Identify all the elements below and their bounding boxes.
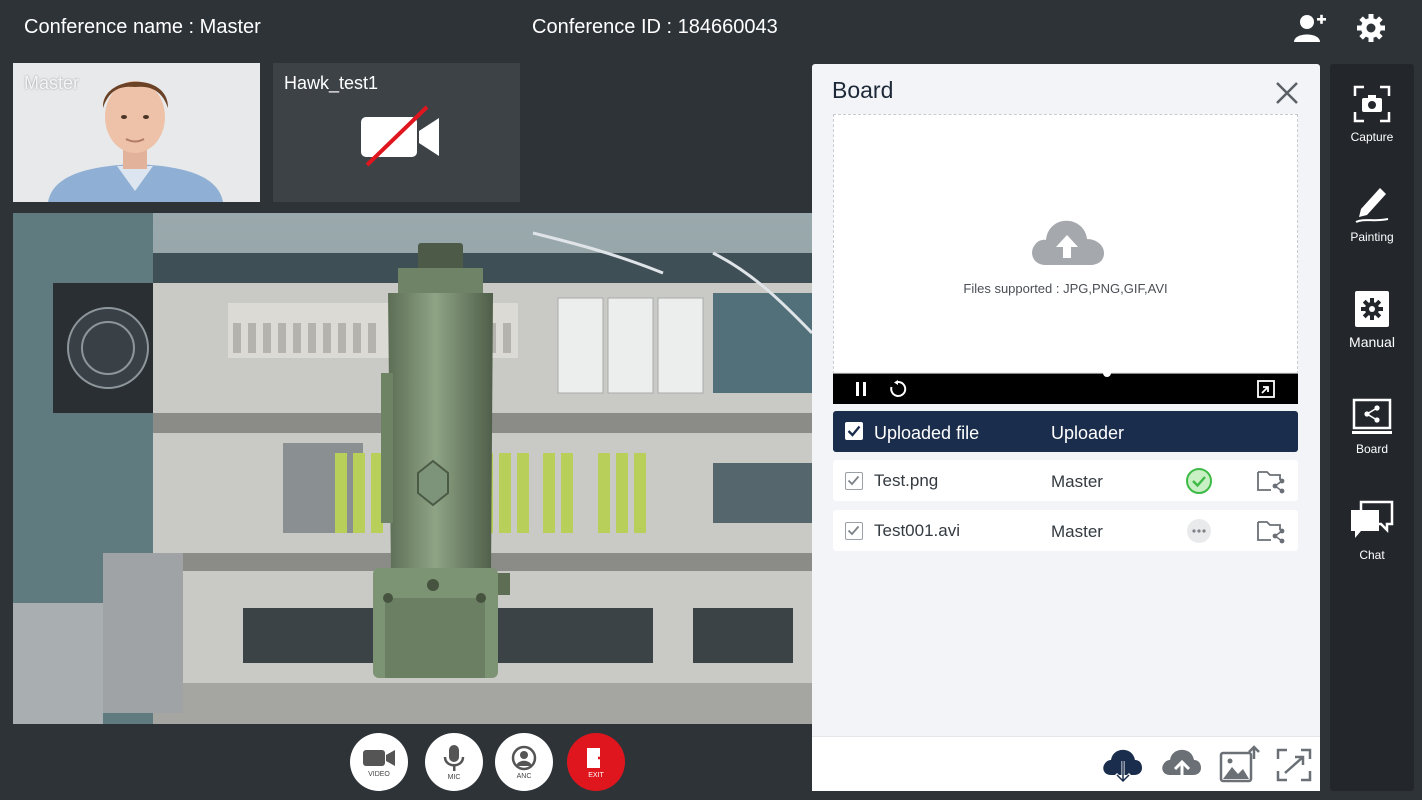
gear-icon: [1355, 291, 1389, 327]
folder-share-icon[interactable]: [1256, 518, 1286, 544]
folder-share-icon[interactable]: [1256, 468, 1286, 494]
header-bar: Conference name : Master Conference ID :…: [0, 0, 1422, 56]
exit-icon: [587, 747, 608, 768]
mic-toggle-button[interactable]: MIC: [425, 733, 483, 791]
conference-name: Conference name : Master: [24, 16, 261, 38]
progress-track[interactable]: [833, 372, 1298, 374]
toolbar-item-capture[interactable]: Capture: [1330, 84, 1414, 144]
select-all-checkbox[interactable]: [845, 422, 863, 440]
pending-dots-icon: [1187, 519, 1211, 543]
board-panel: Board Files supported : JPG,PNG,GIF,AVI …: [812, 64, 1320, 791]
pen-icon: [1355, 188, 1389, 223]
toolbar-item-chat[interactable]: Chat: [1330, 500, 1414, 562]
toolbar-label: Chat: [1359, 548, 1385, 562]
row-checkbox[interactable]: [845, 522, 863, 540]
files-supported-text: Files supported : JPG,PNG,GIF,AVI: [963, 281, 1168, 296]
participant-tile-hawk[interactable]: Hawk_test1: [273, 63, 520, 202]
toolbar-label: Capture: [1350, 130, 1394, 144]
fullscreen-exit-icon[interactable]: [1257, 380, 1275, 398]
progress-handle[interactable]: [1103, 369, 1112, 377]
file-table-header: Uploaded file Uploader: [833, 411, 1298, 452]
expand-icon[interactable]: [1273, 745, 1315, 785]
video-toggle-button[interactable]: VIDEO: [350, 733, 408, 791]
table-row[interactable]: Test001.avi Master: [833, 510, 1298, 551]
board-title: Board: [832, 77, 894, 103]
anc-button-label: ANC: [516, 772, 532, 780]
microphone-icon: [443, 744, 465, 771]
uploader-name: Master: [1051, 472, 1103, 491]
uploader-name: Master: [1051, 522, 1103, 541]
video-off-icon: [361, 105, 439, 167]
board-footer: [812, 736, 1320, 791]
video-camera-icon: [363, 749, 395, 766]
image-upload-icon[interactable]: [1218, 745, 1260, 785]
toolbar-label: Manual: [1349, 334, 1395, 350]
add-user-icon[interactable]: [1292, 10, 1328, 46]
toolbar-label: Board: [1355, 442, 1389, 456]
conference-id: Conference ID : 184660043: [532, 16, 778, 38]
column-uploaded-file: Uploaded file: [874, 423, 980, 443]
chat-icon: [1351, 500, 1394, 538]
media-player-bar: [833, 369, 1298, 404]
file-name: Test.png: [874, 471, 939, 490]
row-checkbox[interactable]: [845, 472, 863, 490]
exit-button-label: EXIT: [588, 771, 604, 779]
cloud-upload-icon[interactable]: [1028, 213, 1106, 269]
anc-icon: [511, 745, 537, 770]
close-icon[interactable]: [1272, 78, 1302, 108]
toolbar-item-manual[interactable]: Manual: [1330, 290, 1414, 350]
mic-button-label: MIC: [447, 773, 461, 781]
anc-toggle-button[interactable]: ANC: [495, 733, 553, 791]
column-uploader: Uploader: [1051, 423, 1125, 443]
video-button-label: VIDEO: [368, 770, 390, 778]
participant-name: Hawk_test1: [284, 73, 379, 93]
camera-capture-icon: [1353, 85, 1391, 123]
cloud-upload-icon[interactable]: [1160, 745, 1202, 785]
right-toolbar: Capture Painting Manual Board Chat: [1330, 64, 1414, 791]
toolbar-label: Painting: [1350, 230, 1394, 244]
gear-icon[interactable]: [1353, 10, 1389, 46]
cloud-download-icon[interactable]: [1101, 745, 1143, 785]
exit-button[interactable]: EXIT: [567, 733, 625, 791]
pause-icon[interactable]: [853, 381, 869, 397]
ar-video-frame: [13, 213, 812, 724]
board-share-icon: [1352, 398, 1392, 434]
participant-name: Master: [24, 73, 80, 93]
toolbar-item-painting[interactable]: Painting: [1330, 182, 1414, 244]
replay-icon[interactable]: [889, 380, 907, 398]
file-name: Test001.avi: [874, 521, 960, 540]
toolbar-item-board[interactable]: Board: [1330, 398, 1414, 456]
main-video-feed[interactable]: [13, 213, 812, 724]
check-circle-icon: [1186, 468, 1212, 494]
participant-tile-master[interactable]: Master: [13, 63, 260, 202]
upload-drop-zone[interactable]: Files supported : JPG,PNG,GIF,AVI: [833, 114, 1298, 374]
table-row[interactable]: Test.png Master: [833, 460, 1298, 501]
